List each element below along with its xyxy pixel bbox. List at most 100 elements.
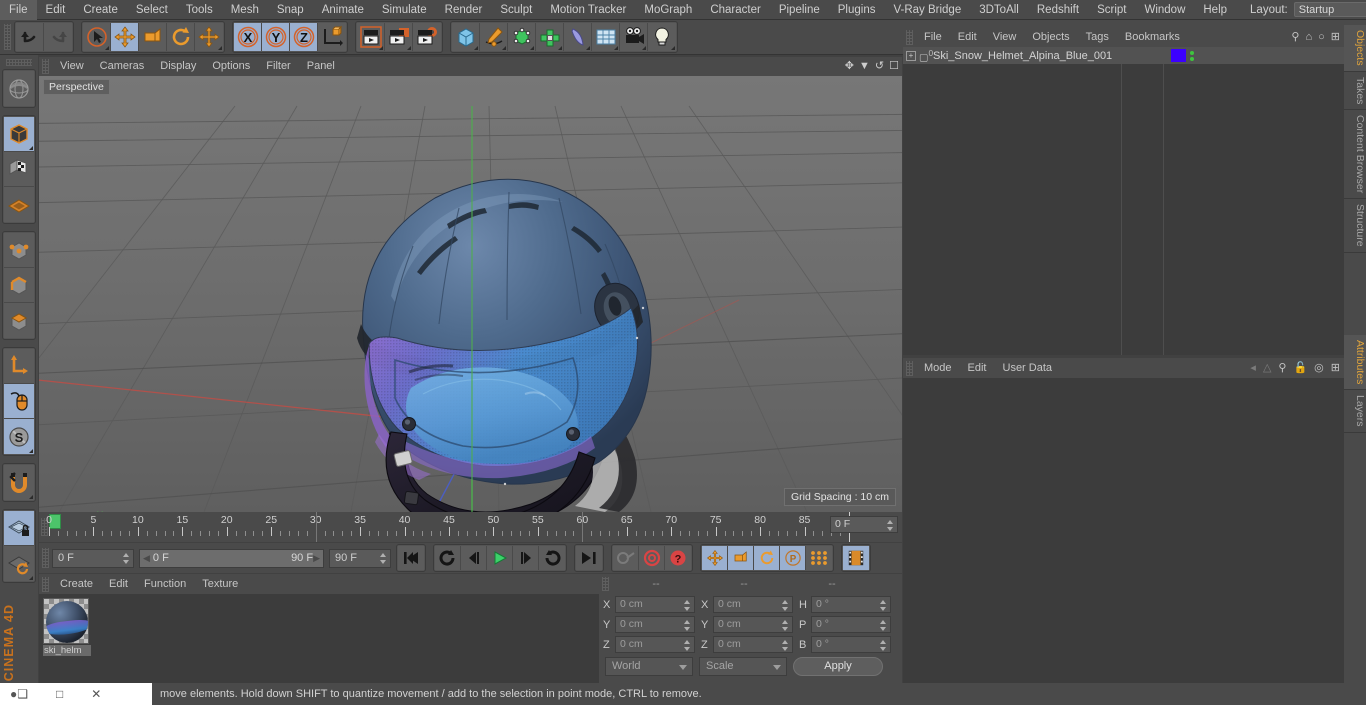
redo-button[interactable] [44,23,72,51]
object-menu-view[interactable]: View [985,28,1025,47]
plus-box-icon[interactable]: ⊞ [1331,361,1340,374]
previous-frame-button[interactable] [461,546,487,570]
lock-icon[interactable]: 🔓 [1293,361,1307,374]
point-level-animation-button[interactable] [806,546,832,570]
menu-script[interactable]: Script [1088,0,1135,20]
axis-z-button[interactable]: Z [290,23,318,51]
keyframe-selection-button[interactable]: ? [665,546,691,570]
rotation-key-button[interactable] [754,546,780,570]
input-size-x[interactable]: 0 cm [713,596,793,613]
rotate-tool-button[interactable] [167,23,195,51]
add-cube-button[interactable] [452,23,480,51]
add-light-button[interactable] [648,23,676,51]
coordinate-mode-dropdown[interactable]: Scale [699,657,787,676]
input-rotation-p[interactable]: 0 ° [811,616,891,633]
layout-dropdown[interactable]: Startup [1293,2,1366,17]
edges-mode-button[interactable] [4,268,34,303]
expand-toggle-icon[interactable]: + [906,50,916,61]
add-environment-button[interactable] [592,23,620,51]
viewport-solo-button[interactable] [4,384,34,419]
object-menu-bookmarks[interactable]: Bookmarks [1117,28,1188,47]
timeline-frame-field[interactable]: 0 F [830,516,898,533]
object-menu-tags[interactable]: Tags [1078,28,1117,47]
maximize-view-icon[interactable]: ☐ [889,59,899,72]
menu-render[interactable]: Render [436,0,492,20]
input-position-y[interactable]: 0 cm [615,616,695,633]
stepper-icon[interactable] [887,520,894,531]
scale-key-button[interactable] [728,546,754,570]
menu-pipeline[interactable]: Pipeline [770,0,829,20]
add-generator-button[interactable] [508,23,536,51]
preview-range-slider[interactable]: ◀ 0 F 90 F ▶ [139,548,324,568]
object-manager-grip[interactable] [906,30,913,45]
menu-redshift[interactable]: Redshift [1028,0,1088,20]
input-rotation-b[interactable]: 0 ° [811,636,891,653]
points-mode-button[interactable] [4,233,34,268]
end-frame-input[interactable]: 90 F [329,548,391,568]
home-icon[interactable]: ⌂ [1305,31,1312,43]
app-icon[interactable]: ●❑ [10,687,28,701]
polygons-mode-button[interactable] [4,303,34,338]
side-tab-layers[interactable]: Layers [1344,390,1366,433]
viewport-menu-panel[interactable]: Panel [299,57,343,76]
stepper-icon[interactable] [782,640,789,651]
object-menu-objects[interactable]: Objects [1024,28,1077,47]
ellipse-icon[interactable]: ○ [1318,31,1325,43]
menu-edit[interactable]: Edit [37,0,75,20]
record-active-objects-button[interactable] [613,546,639,570]
stepper-icon[interactable] [880,640,887,651]
viewport-menu-options[interactable]: Options [204,57,258,76]
scale-tool-button[interactable] [139,23,167,51]
coordinates-grip[interactable] [602,576,609,591]
playback-grip[interactable] [42,548,49,568]
material-menu-create[interactable]: Create [52,574,101,594]
close-icon[interactable]: ✕ [91,687,101,701]
input-size-y[interactable]: 0 cm [713,616,793,633]
rotate-view-icon[interactable]: ↺ [875,59,884,72]
stepper-icon[interactable] [123,552,130,564]
viewport-3d-canvas[interactable]: Perspective Grid Spacing : 10 cm [39,76,902,512]
target-icon[interactable]: ◎ [1314,361,1324,374]
stepper-icon[interactable] [684,600,691,611]
model-mode-button[interactable] [4,117,34,152]
menu-tools[interactable]: Tools [177,0,222,20]
enable-axis-button[interactable] [4,349,34,384]
menu-mograph[interactable]: MoGraph [635,0,701,20]
material-menu-function[interactable]: Function [136,574,194,594]
menu-plugins[interactable]: Plugins [829,0,885,20]
current-frame-input[interactable]: 0 F [52,548,134,568]
stepper-icon[interactable] [684,620,691,631]
toolbar-grip[interactable] [4,24,11,50]
axis-y-button[interactable]: Y [262,23,290,51]
side-tab-structure[interactable]: Structure [1344,199,1366,253]
world-object-axis-button[interactable] [318,23,346,51]
scale-view-icon[interactable]: ▼ [859,60,870,72]
menu-sculpt[interactable]: Sculpt [491,0,541,20]
autokeying-button[interactable] [639,546,665,570]
align-workplane-button[interactable] [4,546,34,581]
search-icon[interactable]: ⚲ [1278,361,1286,374]
attributes-menu-edit[interactable]: Edit [960,358,995,378]
go-to-start-button[interactable] [398,546,424,570]
timeline-ruler[interactable]: 051015202530354045505560657075808590 [46,512,855,542]
make-editable-button[interactable] [4,71,34,106]
material-thumbnail[interactable] [43,598,89,644]
plus-box-icon[interactable]: ⊞ [1331,30,1340,43]
minimize-icon[interactable]: □ [56,687,63,701]
timeline-toggle-button[interactable] [843,546,869,570]
material-grip[interactable] [42,576,49,592]
side-tab-objects[interactable]: Objects [1344,25,1366,72]
live-selection-button[interactable] [83,23,111,51]
play-button[interactable] [487,546,513,570]
texture-mode-button[interactable] [4,152,34,187]
undo-button[interactable] [16,23,44,51]
go-to-end-button[interactable] [576,546,602,570]
menu-help[interactable]: Help [1194,0,1236,20]
stepper-icon[interactable] [880,600,887,611]
menu-select[interactable]: Select [127,0,177,20]
stepper-icon[interactable] [782,600,789,611]
apply-button[interactable]: Apply [793,657,883,676]
render-settings-button[interactable] [413,23,441,51]
menu-create[interactable]: Create [74,0,127,20]
left-toolbar-grip[interactable] [6,59,32,66]
